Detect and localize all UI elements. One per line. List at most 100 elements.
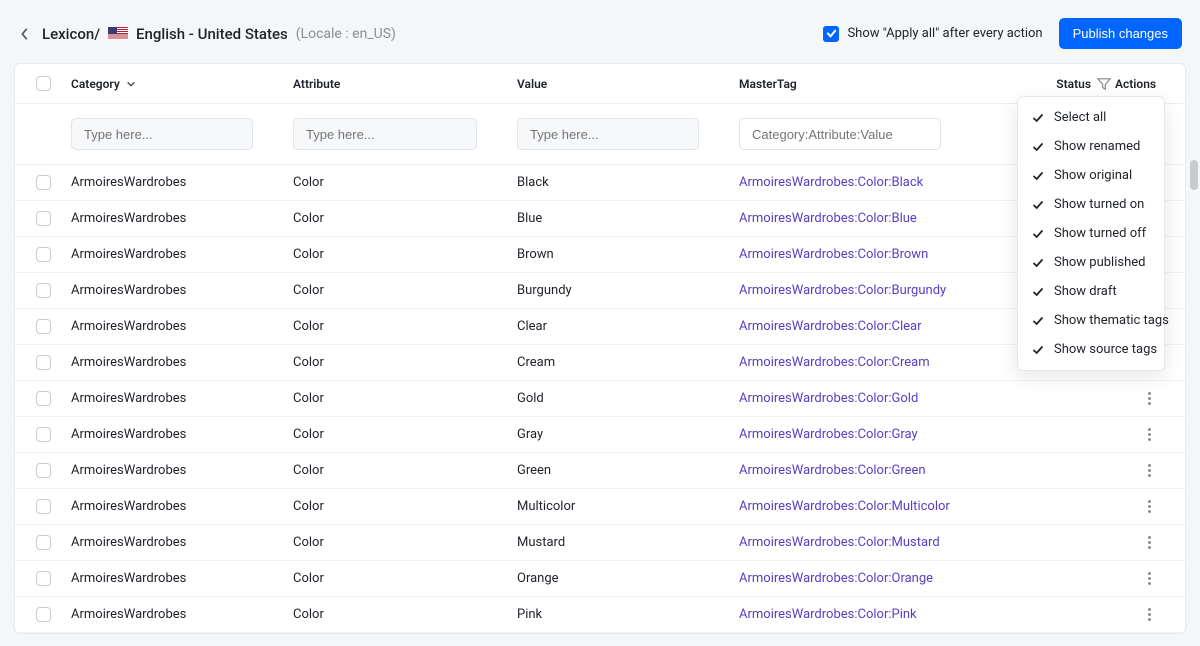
cell-mastertag[interactable]: ArmoiresWardrobes:Color:Gray (739, 427, 995, 442)
row-actions-menu[interactable] (1144, 460, 1155, 481)
value-filter-input[interactable] (517, 118, 699, 150)
cell-mastertag[interactable]: ArmoiresWardrobes:Color:Mustard (739, 535, 995, 550)
cell-value: Gold (517, 391, 739, 406)
scrollbar-thumb[interactable] (1190, 160, 1198, 190)
table-row: ArmoiresWardrobes Color Gray ArmoiresWar… (15, 417, 1185, 453)
attribute-filter-input[interactable] (293, 118, 477, 150)
chevron-down-icon (126, 79, 136, 89)
breadcrumb-root[interactable]: Lexicon/ (42, 25, 100, 43)
table-row: ArmoiresWardrobes Color Pink ArmoiresWar… (15, 597, 1185, 633)
row-actions-menu[interactable] (1144, 604, 1155, 625)
cell-value: Brown (517, 247, 739, 262)
status-filter-option[interactable]: Show turned on (1018, 190, 1164, 219)
col-category-label: Category (71, 77, 120, 91)
cell-value: Mustard (517, 535, 739, 550)
cell-value: Green (517, 463, 739, 478)
cell-category: ArmoiresWardrobes (71, 211, 293, 226)
status-filter-option-label: Select all (1054, 110, 1106, 125)
status-filter-option[interactable]: Show draft (1018, 277, 1164, 306)
row-actions-menu[interactable] (1144, 388, 1155, 409)
row-checkbox[interactable] (36, 283, 51, 298)
table-row: ArmoiresWardrobes Color Brown ArmoiresWa… (15, 237, 1185, 273)
filter-icon[interactable] (1097, 77, 1111, 91)
status-filter-option-label: Show original (1054, 168, 1132, 183)
cell-attribute: Color (293, 355, 517, 370)
cell-category: ArmoiresWardrobes (71, 607, 293, 622)
col-value[interactable]: Value (517, 77, 739, 91)
status-filter-option[interactable]: Select all (1018, 103, 1164, 132)
cell-mastertag[interactable]: ArmoiresWardrobes:Color:Blue (739, 211, 995, 226)
cell-category: ArmoiresWardrobes (71, 175, 293, 190)
row-checkbox[interactable] (36, 427, 51, 442)
col-category[interactable]: Category (71, 77, 293, 91)
checkbox-checked-icon[interactable] (823, 26, 839, 42)
cell-category: ArmoiresWardrobes (71, 427, 293, 442)
row-checkbox[interactable] (36, 499, 51, 514)
check-icon (1032, 257, 1044, 269)
row-checkbox[interactable] (36, 247, 51, 262)
cell-mastertag[interactable]: ArmoiresWardrobes:Color:Green (739, 463, 995, 478)
cell-attribute: Color (293, 427, 517, 442)
row-checkbox[interactable] (36, 175, 51, 190)
cell-category: ArmoiresWardrobes (71, 499, 293, 514)
apply-all-toggle[interactable]: Show "Apply all" after every action (823, 26, 1042, 42)
cell-mastertag[interactable]: ArmoiresWardrobes:Color:Brown (739, 247, 995, 262)
cell-mastertag[interactable]: ArmoiresWardrobes:Color:Clear (739, 319, 995, 334)
row-actions-menu[interactable] (1144, 424, 1155, 445)
mastertag-filter-input[interactable] (739, 118, 941, 150)
cell-mastertag[interactable]: ArmoiresWardrobes:Color:Burgundy (739, 283, 995, 298)
table-row: ArmoiresWardrobes Color Multicolor Armoi… (15, 489, 1185, 525)
status-filter-option[interactable]: Show published (1018, 248, 1164, 277)
cell-category: ArmoiresWardrobes (71, 463, 293, 478)
row-actions-menu[interactable] (1144, 496, 1155, 517)
row-checkbox[interactable] (36, 535, 51, 550)
cell-mastertag[interactable]: ArmoiresWardrobes:Color:Pink (739, 607, 995, 622)
col-status[interactable]: Status (995, 77, 1115, 91)
category-filter-input[interactable] (71, 118, 253, 150)
cell-value: Orange (517, 571, 739, 586)
cell-mastertag[interactable]: ArmoiresWardrobes:Color:Black (739, 175, 995, 190)
back-button[interactable] (18, 27, 32, 41)
col-attribute[interactable]: Attribute (293, 77, 517, 91)
breadcrumb-locale-code: (Locale : en_US) (296, 26, 396, 42)
cell-category: ArmoiresWardrobes (71, 283, 293, 298)
table-row: ArmoiresWardrobes Color Clear ArmoiresWa… (15, 309, 1185, 345)
row-checkbox[interactable] (36, 463, 51, 478)
cell-mastertag[interactable]: ArmoiresWardrobes:Color:Gold (739, 391, 995, 406)
cell-mastertag[interactable]: ArmoiresWardrobes:Color:Multicolor (739, 499, 995, 514)
filter-row (15, 104, 1185, 165)
row-checkbox[interactable] (36, 571, 51, 586)
check-icon (1032, 344, 1044, 356)
breadcrumb-locale-label: English - United States (136, 25, 288, 43)
cell-mastertag[interactable]: ArmoiresWardrobes:Color:Cream (739, 355, 995, 370)
status-filter-option-label: Show published (1054, 255, 1145, 270)
status-filter-option[interactable]: Show original (1018, 161, 1164, 190)
cell-mastertag[interactable]: ArmoiresWardrobes:Color:Orange (739, 571, 995, 586)
row-checkbox[interactable] (36, 391, 51, 406)
status-filter-option[interactable]: Show renamed (1018, 132, 1164, 161)
status-filter-option[interactable]: Show turned off (1018, 219, 1164, 248)
row-checkbox[interactable] (36, 355, 51, 370)
status-filter-option[interactable]: Show source tags (1018, 335, 1164, 364)
row-checkbox[interactable] (36, 319, 51, 334)
table-row: ArmoiresWardrobes Color Mustard Armoires… (15, 525, 1185, 561)
row-checkbox[interactable] (36, 607, 51, 622)
table-row: ArmoiresWardrobes Color Burgundy Armoire… (15, 273, 1185, 309)
check-icon (1032, 141, 1044, 153)
row-actions-menu[interactable] (1144, 568, 1155, 589)
breadcrumb: Lexicon/ English - United States (Locale… (42, 25, 396, 43)
col-attribute-label: Attribute (293, 77, 340, 91)
cell-attribute: Color (293, 391, 517, 406)
status-filter-option-label: Show turned off (1054, 226, 1146, 241)
check-icon (1032, 112, 1044, 124)
row-checkbox[interactable] (36, 211, 51, 226)
row-actions-menu[interactable] (1144, 532, 1155, 553)
check-icon (1032, 228, 1044, 240)
col-mastertag[interactable]: MasterTag (739, 77, 995, 91)
publish-button[interactable]: Publish changes (1059, 18, 1182, 49)
cell-attribute: Color (293, 535, 517, 550)
select-all-checkbox[interactable] (36, 76, 51, 91)
cell-attribute: Color (293, 211, 517, 226)
cell-category: ArmoiresWardrobes (71, 535, 293, 550)
status-filter-option[interactable]: Show thematic tags (1018, 306, 1164, 335)
